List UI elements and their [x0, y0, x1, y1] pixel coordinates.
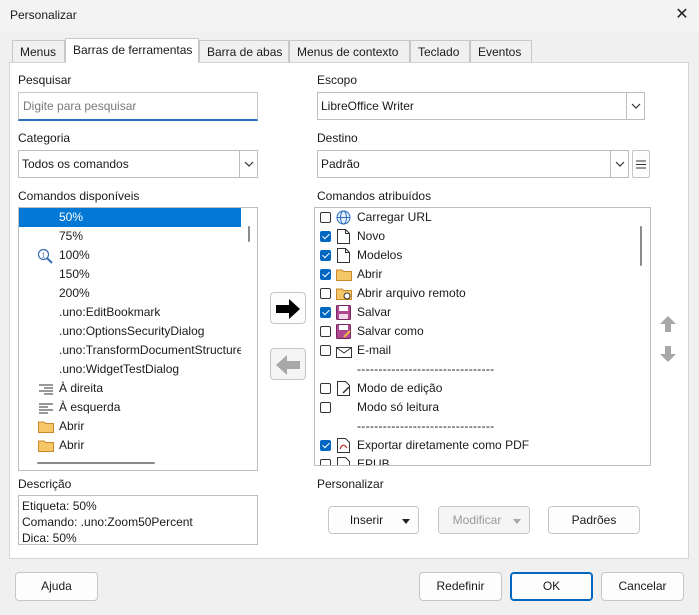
list-item[interactable]: .uno:WidgetTestDialog	[19, 360, 241, 379]
list-item[interactable]: Abrir arquivo remoto	[315, 284, 635, 303]
tab-context-menus[interactable]: Menus de contexto	[289, 40, 410, 62]
caret-down-icon	[513, 507, 521, 533]
folder-icon	[38, 439, 54, 458]
list-item[interactable]: Modo de edição	[315, 379, 635, 398]
list-item[interactable]: 1 100%	[19, 246, 241, 265]
tab-toolbars[interactable]: Barras de ferramentas	[65, 38, 199, 63]
checkbox[interactable]	[320, 440, 331, 451]
checkbox[interactable]	[320, 402, 331, 413]
list-item[interactable]: .uno:EditBookmark	[19, 303, 241, 322]
list-item[interactable]: .uno:OptionsSecurityDialog	[19, 322, 241, 341]
description-box: Etiqueta: 50% Comando: .uno:Zoom50Percen…	[18, 495, 258, 545]
defaults-button[interactable]: Padrões	[548, 506, 640, 534]
caret-down-icon	[402, 507, 410, 533]
list-item[interactable]: 150%	[19, 265, 241, 284]
checkbox[interactable]	[320, 383, 331, 394]
chevron-down-icon[interactable]	[239, 151, 257, 177]
scope-label: Escopo	[317, 73, 358, 87]
title-bar	[0, 0, 699, 32]
scope-select[interactable]: LibreOffice Writer	[317, 92, 645, 120]
remove-command-button[interactable]	[270, 348, 306, 380]
list-item[interactable]: Novo	[315, 227, 635, 246]
separator-item[interactable]: --------------------------------	[315, 417, 635, 436]
hamburger-icon	[636, 158, 646, 172]
search-label: Pesquisar	[18, 73, 72, 87]
cancel-button[interactable]: Cancelar	[601, 572, 684, 601]
reset-button[interactable]: Redefinir	[419, 572, 502, 601]
assigned-commands-list[interactable]: Carregar URL Novo Modelos Abrir Abrir ar…	[314, 207, 651, 466]
description-line: Etiqueta: 50%	[22, 499, 97, 513]
tab-menus[interactable]: Menus	[12, 40, 65, 62]
target-label: Destino	[317, 131, 358, 145]
customize-label: Personalizar	[317, 477, 384, 491]
description-label: Descrição	[18, 477, 72, 491]
arrow-left-icon	[275, 355, 301, 379]
target-value: Padrão	[321, 157, 360, 171]
close-icon[interactable]: ✕	[671, 4, 693, 26]
list-item[interactable]: Exportar diretamente como PDF	[315, 436, 635, 455]
insert-button[interactable]: Inserir	[328, 506, 419, 534]
epub-icon	[337, 457, 351, 465]
category-label: Categoria	[18, 131, 71, 145]
window-title: Personalizar	[10, 8, 77, 22]
list-item[interactable]: .uno:TransformDocumentStructure	[19, 341, 241, 360]
list-item[interactable]: Abrir	[19, 417, 241, 436]
checkbox[interactable]	[320, 307, 331, 318]
list-item[interactable]: E-mail	[315, 341, 635, 360]
checkbox[interactable]	[320, 212, 331, 223]
list-item[interactable]: Carregar URL	[315, 208, 635, 227]
add-command-button[interactable]	[270, 292, 306, 324]
svg-text:1: 1	[42, 253, 46, 260]
category-value: Todos os comandos	[22, 157, 129, 171]
list-item[interactable]: 75%	[19, 227, 241, 246]
checkbox[interactable]	[320, 269, 331, 280]
vertical-scrollbar-thumb[interactable]	[640, 226, 642, 266]
list-item[interactable]: Abrir	[315, 265, 635, 284]
description-line: Comando: .uno:Zoom50Percent	[22, 515, 193, 529]
chevron-down-icon[interactable]	[626, 93, 644, 119]
list-item[interactable]: 50%	[19, 208, 241, 227]
category-select[interactable]: Todos os comandos	[18, 150, 258, 178]
list-item[interactable]: 200%	[19, 284, 241, 303]
checkbox[interactable]	[320, 345, 331, 356]
ok-button[interactable]: OK	[510, 572, 593, 601]
description-line: Dica: 50%	[22, 531, 77, 545]
list-item[interactable]: À direita	[19, 379, 241, 398]
target-menu-button[interactable]	[632, 150, 650, 178]
list-item[interactable]: EPUB	[315, 455, 635, 465]
available-commands-list[interactable]: 50% 75% 1 100% 150% 200% .uno:EditBookma…	[18, 207, 258, 471]
arrow-down-icon	[657, 346, 679, 368]
checkbox[interactable]	[320, 250, 331, 261]
list-item[interactable]: Salvar como	[315, 322, 635, 341]
horizontal-scrollbar-thumb[interactable]	[37, 462, 155, 464]
checkbox[interactable]	[320, 459, 331, 465]
arrow-up-icon	[657, 316, 679, 338]
target-select[interactable]: Padrão	[317, 150, 629, 178]
assigned-commands-label: Comandos atribuídos	[317, 189, 432, 203]
tab-keyboard[interactable]: Teclado	[410, 40, 470, 62]
scope-value: LibreOffice Writer	[321, 99, 414, 113]
arrow-right-icon	[275, 299, 301, 323]
move-down-button[interactable]	[657, 343, 679, 365]
separator-item[interactable]: --------------------------------	[315, 360, 635, 379]
modify-button[interactable]: Modificar	[438, 506, 530, 534]
list-item[interactable]: Modo só leitura	[315, 398, 635, 417]
tab-tab-bar[interactable]: Barra de abas	[199, 40, 289, 62]
search-input[interactable]: Digite para pesquisar	[18, 92, 258, 121]
move-up-button[interactable]	[657, 313, 679, 335]
list-item[interactable]: À esquerda	[19, 398, 241, 417]
checkbox[interactable]	[320, 231, 331, 242]
checkbox[interactable]	[320, 288, 331, 299]
vertical-scrollbar-thumb[interactable]	[248, 226, 250, 242]
list-item[interactable]: Salvar	[315, 303, 635, 322]
help-button[interactable]: Ajuda	[15, 572, 98, 601]
list-item[interactable]: Abrir	[19, 436, 241, 455]
checkbox[interactable]	[320, 326, 331, 337]
available-commands-label: Comandos disponíveis	[18, 189, 140, 203]
list-item[interactable]: Modelos	[315, 246, 635, 265]
tab-events[interactable]: Eventos	[470, 40, 532, 62]
chevron-down-icon[interactable]	[610, 151, 628, 177]
